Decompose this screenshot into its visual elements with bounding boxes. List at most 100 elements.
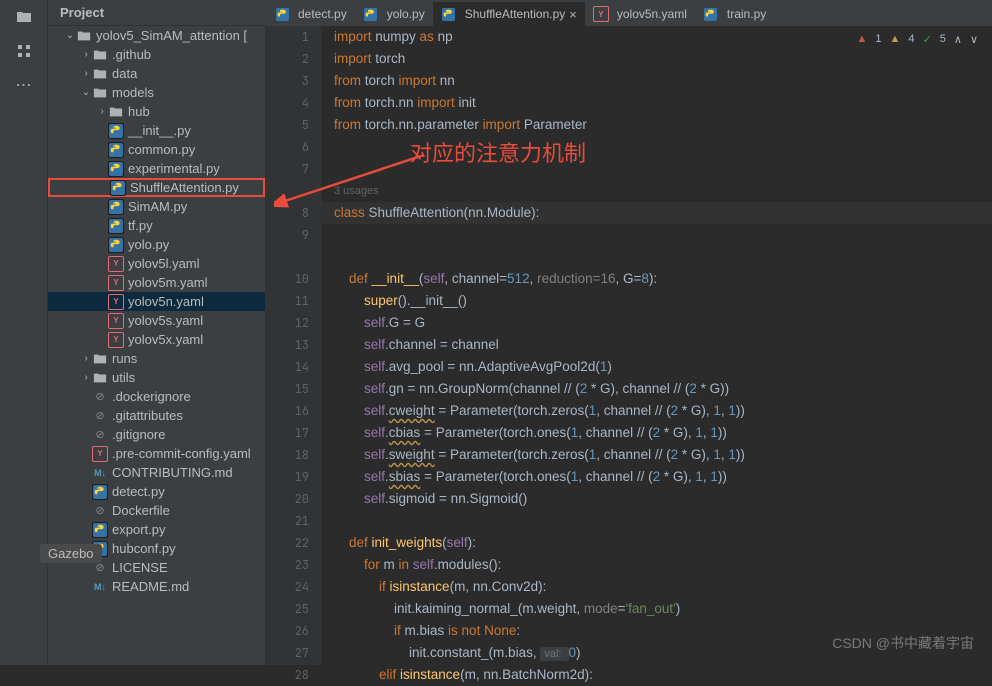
yaml-icon: Y: [593, 6, 609, 22]
tree-label: experimental.py: [128, 161, 220, 176]
line-number[interactable]: 26: [266, 620, 321, 642]
line-number[interactable]: 3: [266, 70, 321, 92]
line-number[interactable]: 10: [266, 268, 321, 290]
line-number[interactable]: [266, 246, 321, 268]
line-number[interactable]: 1: [266, 26, 321, 48]
chevron-icon[interactable]: ›: [80, 68, 92, 79]
tree-item[interactable]: ⊘.gitattributes: [48, 406, 265, 425]
tree-item[interactable]: Yyolov5n.yaml: [48, 292, 265, 311]
folder-icon[interactable]: [15, 8, 33, 26]
line-number[interactable]: 2: [266, 48, 321, 70]
tree-item[interactable]: ⊘.dockerignore: [48, 387, 265, 406]
editor-tab[interactable]: yolo.py: [355, 2, 433, 26]
dir-icon: [76, 28, 92, 44]
line-number[interactable]: 13: [266, 334, 321, 356]
tree-item[interactable]: ›runs: [48, 349, 265, 368]
py-icon: [108, 142, 124, 158]
line-number[interactable]: 9: [266, 224, 321, 246]
more-icon[interactable]: ⋯: [15, 76, 33, 94]
chevron-icon[interactable]: ⌄: [80, 87, 92, 98]
tree-item[interactable]: M↓CONTRIBUTING.md: [48, 463, 265, 482]
project-title: Project: [60, 5, 104, 20]
py-icon: [108, 237, 124, 253]
line-number[interactable]: 23: [266, 554, 321, 576]
line-number[interactable]: 28: [266, 664, 321, 686]
tree-item[interactable]: experimental.py: [48, 159, 265, 178]
line-number[interactable]: 12: [266, 312, 321, 334]
editor-tab[interactable]: detect.py: [266, 2, 355, 26]
editor-gutter: 1234567891011121314151617181920212223242…: [266, 26, 322, 665]
tree-item[interactable]: ›hub: [48, 102, 265, 121]
tree-item[interactable]: ⌄models: [48, 83, 265, 102]
line-number[interactable]: 18: [266, 444, 321, 466]
tree-item[interactable]: ›.github: [48, 45, 265, 64]
line-number[interactable]: 14: [266, 356, 321, 378]
tree-item[interactable]: export.py: [48, 520, 265, 539]
inspection-status[interactable]: ▲1 ▲4 ✓5 ∧ ∨: [849, 28, 979, 50]
tab-label: yolov5n.yaml: [617, 7, 687, 21]
tree-item[interactable]: ⌄yolov5_SimAM_attention [: [48, 26, 265, 45]
py-icon: [92, 522, 108, 538]
line-number[interactable]: 16: [266, 400, 321, 422]
tree-item[interactable]: › data: [48, 64, 265, 83]
editor-pane[interactable]: import numpy as np import torch from tor…: [322, 26, 992, 665]
tree-label: yolov5s.yaml: [128, 313, 203, 328]
editor-tab[interactable]: ShuffleAttention.py×: [433, 2, 585, 26]
tree-item[interactable]: yolo.py: [48, 235, 265, 254]
chevron-icon[interactable]: ›: [80, 353, 92, 364]
line-number[interactable]: 17: [266, 422, 321, 444]
tree-item[interactable]: common.py: [48, 140, 265, 159]
structure-icon[interactable]: [15, 42, 33, 60]
chevron-icon[interactable]: ›: [80, 49, 92, 60]
tree-item[interactable]: detect.py: [48, 482, 265, 501]
line-number[interactable]: 21: [266, 510, 321, 532]
error-icon: ▲: [857, 33, 868, 45]
chevron-icon[interactable]: ⌄: [64, 30, 76, 41]
line-number[interactable]: 24: [266, 576, 321, 598]
py-icon: [108, 218, 124, 234]
tree-label: utils: [112, 370, 135, 385]
line-number[interactable]: 19: [266, 466, 321, 488]
tree-item[interactable]: SimAM.py: [48, 197, 265, 216]
tree-label: data: [112, 66, 137, 81]
tree-item[interactable]: ⊘.gitignore: [48, 425, 265, 444]
tree-label: yolov5m.yaml: [128, 275, 207, 290]
chevron-icon[interactable]: ›: [96, 106, 108, 117]
check-icon: ✓: [923, 33, 932, 46]
line-number[interactable]: 20: [266, 488, 321, 510]
dir-icon: [92, 370, 108, 386]
close-icon[interactable]: ×: [569, 7, 577, 22]
line-number[interactable]: 5: [266, 114, 321, 136]
line-number[interactable]: 25: [266, 598, 321, 620]
editor-tab[interactable]: train.py: [695, 2, 774, 26]
dir-icon: [108, 104, 124, 120]
tree-item[interactable]: ShuffleAttention.py: [48, 178, 265, 197]
yaml-icon: Y: [108, 275, 124, 291]
project-tree[interactable]: ⌄yolov5_SimAM_attention [›.github›data⌄m…: [48, 26, 266, 665]
line-number[interactable]: 4: [266, 92, 321, 114]
tree-item[interactable]: Y.pre-commit-config.yaml: [48, 444, 265, 463]
line-number[interactable]: 11: [266, 290, 321, 312]
tree-label: Dockerfile: [112, 503, 170, 518]
line-number[interactable]: 22: [266, 532, 321, 554]
tree-label: SimAM.py: [128, 199, 187, 214]
tree-item[interactable]: Yyolov5x.yaml: [48, 330, 265, 349]
chevron-icon[interactable]: ›: [80, 372, 92, 383]
tree-item[interactable]: Yyolov5m.yaml: [48, 273, 265, 292]
line-number[interactable]: 15: [266, 378, 321, 400]
chevron-up-icon[interactable]: ∧: [954, 33, 962, 46]
yaml-icon: Y: [108, 332, 124, 348]
tree-item[interactable]: ⊘ Dockerfile: [48, 501, 265, 520]
py-icon: [274, 6, 290, 22]
line-number[interactable]: 27: [266, 642, 321, 664]
tree-item[interactable]: __init__.py: [48, 121, 265, 140]
editor-tab[interactable]: Yyolov5n.yaml: [585, 2, 695, 26]
tree-item[interactable]: tf.py: [48, 216, 265, 235]
gen-icon: ⊘: [92, 503, 108, 519]
tree-item[interactable]: Yyolov5s.yaml: [48, 311, 265, 330]
tree-item[interactable]: M↓README.md: [48, 577, 265, 596]
tree-item[interactable]: › utils: [48, 368, 265, 387]
tree-item[interactable]: Yyolov5l.yaml: [48, 254, 265, 273]
tree-label: detect.py: [112, 484, 165, 499]
chevron-down-icon[interactable]: ∨: [970, 33, 978, 46]
